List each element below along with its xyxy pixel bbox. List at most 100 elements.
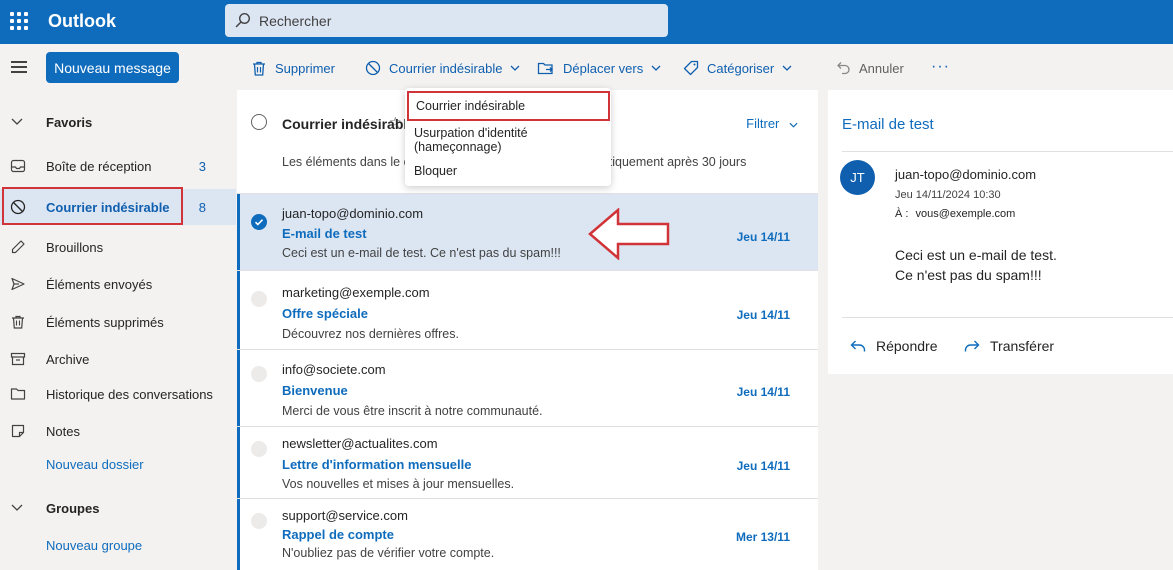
- trash-icon: [12, 315, 24, 329]
- chevron-down-icon: [789, 122, 798, 128]
- unread-count: 3: [198, 158, 206, 174]
- block-icon: [365, 60, 381, 76]
- sidebar-item-inbox[interactable]: Boîte de réception 3: [0, 148, 236, 184]
- message-preview: Merci de vous être inscrit à notre commu…: [282, 404, 543, 418]
- message-checkbox[interactable]: [251, 291, 267, 307]
- recipient-address[interactable]: vous@exemple.com: [916, 208, 1016, 220]
- filter-button[interactable]: Filtrer: [746, 116, 798, 131]
- reading-sender[interactable]: juan-topo@dominio.com: [895, 167, 1036, 182]
- avatar[interactable]: JT: [840, 160, 875, 195]
- trash-icon: [253, 61, 265, 76]
- message-row[interactable]: support@service.com Rappel de compte Mer…: [237, 499, 818, 570]
- message-date: Jeu 14/11: [736, 308, 790, 322]
- message-subject: Offre spéciale: [282, 306, 368, 321]
- menu-item-block[interactable]: Bloquer: [405, 156, 611, 186]
- junk-button[interactable]: Courrier indésirable: [365, 56, 520, 80]
- message-subject: Lettre d'information mensuelle: [282, 457, 472, 472]
- menu-item-phishing[interactable]: Usurpation d'identité (hameçonnage): [405, 125, 611, 155]
- message-preview: Découvrez nos dernières offres.: [282, 327, 459, 341]
- folder-move-icon: [537, 62, 553, 75]
- unread-indicator: [237, 499, 240, 570]
- chevron-down-icon: [782, 65, 792, 71]
- message-row[interactable]: juan-topo@dominio.com E-mail de test Jeu…: [237, 194, 818, 271]
- sidebar-item-notes[interactable]: Notes: [0, 413, 236, 449]
- search-input[interactable]: [259, 4, 659, 37]
- sidebar-item-label: Brouillons: [46, 239, 104, 255]
- groups-group[interactable]: Groupes: [0, 490, 236, 526]
- message-date: Jeu 14/11: [736, 230, 790, 244]
- delete-button[interactable]: Supprimer: [251, 56, 335, 80]
- highlight-box: [2, 187, 183, 225]
- favorite-star-icon[interactable]: ☆: [389, 114, 402, 131]
- undo-icon: [837, 62, 850, 75]
- chevron-down-icon: [651, 65, 661, 71]
- message-checkbox[interactable]: [251, 214, 267, 230]
- folder-pane: Favoris Boîte de réception 3 Courrier in…: [0, 90, 236, 570]
- unread-indicator: [237, 350, 240, 426]
- folder-icon: [10, 388, 26, 400]
- new-group-link[interactable]: Nouveau groupe: [46, 538, 142, 553]
- search-box[interactable]: [225, 4, 668, 37]
- app-title[interactable]: Outlook: [48, 11, 116, 32]
- app-launcher-icon[interactable]: [10, 12, 28, 30]
- message-preview: N'oubliez pas de vérifier votre compte.: [282, 546, 495, 560]
- top-bar: Outlook: [0, 0, 1173, 44]
- divider: [842, 317, 1173, 318]
- sidebar-item-archive[interactable]: Archive: [0, 341, 236, 377]
- unread-count: 8: [198, 199, 206, 215]
- message-checkbox[interactable]: [251, 366, 267, 382]
- body-line: Ceci est un e-mail de test.: [895, 247, 1057, 263]
- sidebar-item-label: Éléments supprimés: [46, 314, 164, 330]
- reading-subject: E-mail de test: [842, 116, 934, 133]
- reply-button[interactable]: Répondre: [850, 338, 938, 354]
- categorize-label: Catégoriser: [707, 60, 775, 76]
- sidebar-item-label: Historique des conversations: [46, 386, 213, 402]
- message-row[interactable]: info@societe.com Bienvenue Jeu 14/11 Mer…: [237, 350, 818, 427]
- message-subject: Rappel de compte: [282, 527, 394, 542]
- unread-indicator: [237, 271, 240, 349]
- message-date: Jeu 14/11: [736, 459, 790, 473]
- message-row[interactable]: marketing@exemple.com Offre spéciale Jeu…: [237, 271, 818, 350]
- sidebar-item-drafts[interactable]: Brouillons: [0, 229, 236, 265]
- message-date: Jeu 14/11: [736, 385, 790, 399]
- undo-label: Annuler: [859, 60, 904, 76]
- message-checkbox[interactable]: [251, 513, 267, 529]
- sidebar-item-history[interactable]: Historique des conversations: [0, 376, 236, 412]
- message-row[interactable]: newsletter@actualites.com Lettre d'infor…: [237, 427, 818, 499]
- sidebar-item-label: Archive: [46, 351, 90, 367]
- more-options-icon[interactable]: ···: [931, 58, 950, 76]
- new-message-button[interactable]: Nouveau message: [46, 52, 179, 83]
- sidebar-item-deleted[interactable]: Éléments supprimés: [0, 304, 236, 340]
- message-date: Mer 13/11: [735, 530, 790, 544]
- junk-label: Courrier indésirable: [389, 60, 503, 76]
- message-subject: E-mail de test: [282, 226, 367, 241]
- annotation-arrow-icon: [588, 208, 670, 260]
- message-sender: juan-topo@dominio.com: [282, 206, 424, 221]
- message-preview: Ceci est un e-mail de test. Ce n'est pas…: [282, 246, 561, 260]
- checkmark-icon: [254, 219, 264, 226]
- menu-item-junk[interactable]: Courrier indésirable: [407, 91, 610, 121]
- reply-icon: [850, 340, 866, 352]
- undo-button[interactable]: Annuler: [835, 56, 904, 80]
- forward-label: Transférer: [990, 338, 1055, 354]
- favorites-group[interactable]: Favoris: [0, 104, 236, 140]
- message-preview: Vos nouvelles et mises à jour mensuelles…: [282, 477, 515, 491]
- forward-button[interactable]: Transférer: [964, 338, 1054, 354]
- new-folder-link[interactable]: Nouveau dossier: [46, 457, 144, 472]
- message-body: Ceci est un e-mail de test. Ce n'est pas…: [895, 245, 1057, 285]
- archive-icon: [10, 352, 26, 366]
- body-line: Ce n'est pas du spam!!!: [895, 267, 1042, 283]
- chevron-down-icon: [11, 504, 23, 511]
- search-icon: [235, 12, 251, 28]
- notice-start: Les éléments dans le co: [282, 155, 417, 169]
- message-sender: info@societe.com: [282, 362, 386, 377]
- select-all-checkbox[interactable]: [251, 114, 267, 130]
- note-icon: [11, 424, 25, 438]
- hamburger-menu-icon[interactable]: [11, 61, 27, 73]
- move-to-label: Déplacer vers: [563, 60, 644, 76]
- categorize-button[interactable]: Catégoriser: [683, 56, 792, 80]
- message-checkbox[interactable]: [251, 441, 267, 457]
- reading-date: Jeu 14/11/2024 10:30: [895, 189, 1001, 201]
- move-to-button[interactable]: Déplacer vers: [537, 56, 661, 80]
- sidebar-item-sent[interactable]: Éléments envoyés: [0, 266, 236, 302]
